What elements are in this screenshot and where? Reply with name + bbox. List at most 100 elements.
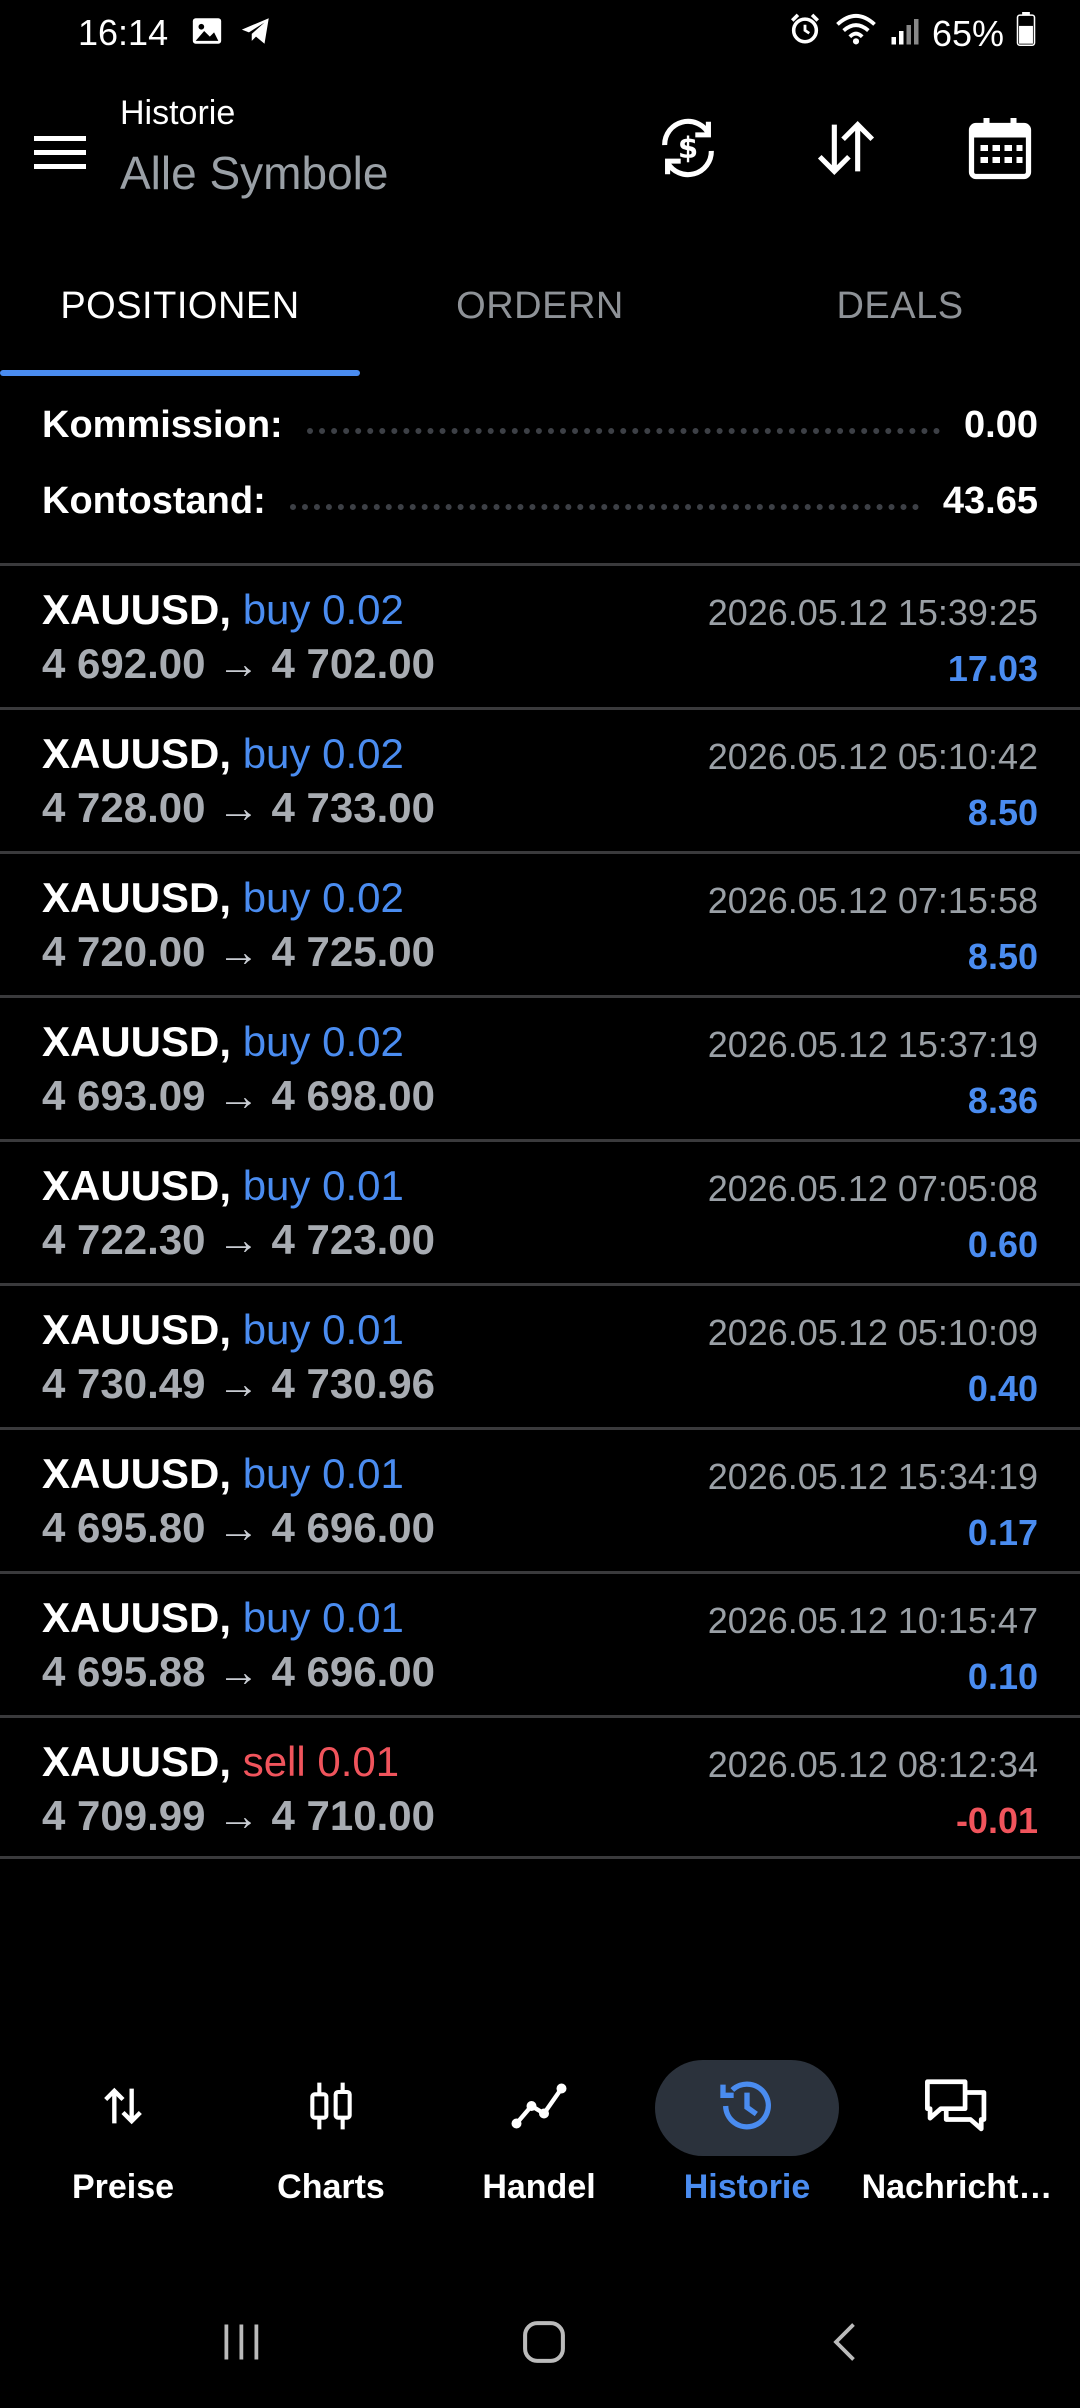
position-prices: 4 693.09 → 4 698.00 (42, 1072, 435, 1120)
position-profit: 8.50 (967, 792, 1038, 833)
tab-positionen[interactable]: POSITIONEN (0, 236, 360, 376)
position-prices: 4 692.00 → 4 702.00 (42, 640, 435, 688)
commission-row: Kommission: 0.00 (42, 390, 1038, 460)
balance-label: Kontostand: (42, 479, 266, 522)
position-time: 2026.05.12 05:10:42 (707, 736, 1038, 777)
status-time: 16:14 (78, 12, 169, 53)
menu-button[interactable] (30, 122, 90, 182)
sort-button[interactable] (806, 110, 886, 190)
position-row[interactable]: XAUUSD, buy 0.01 4 730.49 → 4 730.96 2026.05… (0, 1283, 1080, 1427)
position-symbol: XAUUSD, (42, 1162, 232, 1209)
nav-label: Nachricht… (861, 2168, 1053, 2206)
arrow-icon: → (217, 1504, 260, 1551)
sort-icon (811, 113, 881, 188)
close-price: 4 733.00 (271, 784, 436, 831)
position-symbol: XAUUSD, (42, 1738, 232, 1785)
calendar-button[interactable] (960, 110, 1040, 190)
close-price: 4 725.00 (271, 928, 436, 975)
position-row[interactable]: XAUUSD, buy 0.01 4 695.88 → 4 696.00 2026.05… (0, 1571, 1080, 1715)
open-price: 4 695.88 (42, 1648, 206, 1695)
symbol-filter[interactable]: Alle Symbole (120, 146, 388, 200)
position-direction: buy (242, 730, 311, 777)
nav-label: Historie (683, 2168, 811, 2206)
position-time: 2026.05.12 15:37:19 (707, 1024, 1038, 1065)
open-price: 4 722.30 (42, 1216, 206, 1263)
position-header: XAUUSD, buy 0.02 (42, 1018, 404, 1066)
position-prices: 4 695.80 → 4 696.00 (42, 1504, 435, 1552)
position-volume: 0.01 (322, 1594, 404, 1641)
hamburger-icon (30, 136, 90, 186)
nav-preise[interactable]: Preise (18, 2060, 228, 2220)
position-header: XAUUSD, buy 0.01 (42, 1162, 404, 1210)
position-direction: buy (242, 1162, 311, 1209)
close-price: 4 696.00 (271, 1648, 436, 1695)
system-navigation-bar (0, 2280, 1080, 2408)
close-price: 4 710.00 (271, 1792, 436, 1839)
open-price: 4 728.00 (42, 784, 206, 831)
position-volume: 0.01 (322, 1450, 404, 1497)
open-price: 4 720.00 (42, 928, 206, 975)
position-prices: 4 728.00 → 4 733.00 (42, 784, 435, 832)
close-price: 4 696.00 (271, 1504, 436, 1551)
position-prices: 4 695.88 → 4 696.00 (42, 1648, 435, 1696)
position-profit: 8.50 (967, 936, 1038, 977)
arrow-icon: → (217, 928, 260, 975)
position-time: 2026.05.12 07:05:08 (707, 1168, 1038, 1209)
position-row[interactable]: XAUUSD, buy 0.02 4 728.00 → 4 733.00 2026.05… (0, 707, 1080, 851)
messages-icon (922, 2073, 992, 2144)
recent-apps-button[interactable] (202, 2304, 282, 2384)
position-row[interactable]: XAUUSD, buy 0.01 4 695.80 → 4 696.00 2026.05… (0, 1427, 1080, 1571)
position-direction: buy (242, 874, 311, 921)
position-time: 2026.05.12 15:39:25 (707, 592, 1038, 633)
balance-row: Kontostand: 43.65 (42, 466, 1038, 536)
tab-bar: POSITIONEN ORDERN DEALS (0, 236, 1080, 376)
position-volume: 0.01 (322, 1162, 404, 1209)
close-price: 4 698.00 (271, 1072, 436, 1119)
tab-deals[interactable]: DEALS (720, 236, 1080, 376)
status-bar: 16:14 65% (0, 0, 1080, 66)
currency-exchange-button[interactable]: $ (648, 110, 728, 190)
position-symbol: XAUUSD, (42, 1306, 232, 1353)
position-prices: 4 730.49 → 4 730.96 (42, 1360, 435, 1408)
position-row[interactable]: XAUUSD, buy 0.02 4 720.00 → 4 725.00 2026.05… (0, 851, 1080, 995)
balance-value: 43.65 (942, 479, 1038, 522)
page-title: Historie (120, 94, 236, 132)
position-direction: buy (242, 1306, 311, 1353)
home-button[interactable] (504, 2304, 584, 2384)
tab-ordern[interactable]: ORDERN (360, 236, 720, 376)
nav-label: Handel (482, 2168, 596, 2206)
calendar-icon (964, 112, 1036, 189)
nav-historie[interactable]: Historie (642, 2060, 852, 2220)
position-volume: 0.01 (317, 1738, 400, 1785)
commission-value: 0.00 (964, 403, 1038, 446)
position-time: 2026.05.12 05:10:09 (707, 1312, 1038, 1353)
nav-handel[interactable]: Handel (434, 2060, 644, 2220)
position-header: XAUUSD, buy 0.01 (42, 1594, 404, 1642)
position-row[interactable]: XAUUSD, buy 0.01 4 722.30 → 4 723.00 2026.05… (0, 1139, 1080, 1283)
position-header: XAUUSD, buy 0.01 (42, 1306, 404, 1354)
position-direction: sell (242, 1738, 306, 1785)
nav-charts[interactable]: Charts (226, 2060, 436, 2220)
position-row[interactable]: XAUUSD, sell 0.01 4 709.99 → 4 710.00 2026.0… (0, 1715, 1080, 1859)
arrow-icon: → (217, 640, 260, 687)
arrow-icon: → (217, 784, 260, 831)
bottom-navigation: Preise Charts Handel Historie Nachricht… (0, 2040, 1080, 2230)
open-price: 4 695.80 (42, 1504, 206, 1551)
position-symbol: XAUUSD, (42, 730, 232, 777)
position-header: XAUUSD, buy 0.02 (42, 730, 404, 778)
position-row[interactable]: XAUUSD, buy 0.02 4 692.00 → 4 702.00 2026.05… (0, 563, 1080, 707)
position-time: 2026.05.12 07:15:58 (707, 880, 1038, 921)
svg-text:$: $ (678, 131, 698, 165)
nav-nachrichten[interactable]: Nachricht… (852, 2060, 1062, 2220)
position-row[interactable]: XAUUSD, buy 0.02 4 693.09 → 4 698.00 2026.05… (0, 995, 1080, 1139)
position-volume: 0.02 (322, 586, 404, 633)
quotes-icon (97, 2080, 149, 2137)
position-direction: buy (242, 1018, 311, 1065)
position-header: XAUUSD, sell 0.01 (42, 1738, 399, 1786)
position-time: 2026.05.12 15:34:19 (707, 1456, 1038, 1497)
back-button[interactable] (806, 2304, 886, 2384)
position-profit: 0.10 (967, 1656, 1038, 1697)
commission-label: Kommission: (42, 403, 283, 446)
position-profit: 0.17 (967, 1512, 1038, 1553)
history-icon (715, 2074, 779, 2143)
